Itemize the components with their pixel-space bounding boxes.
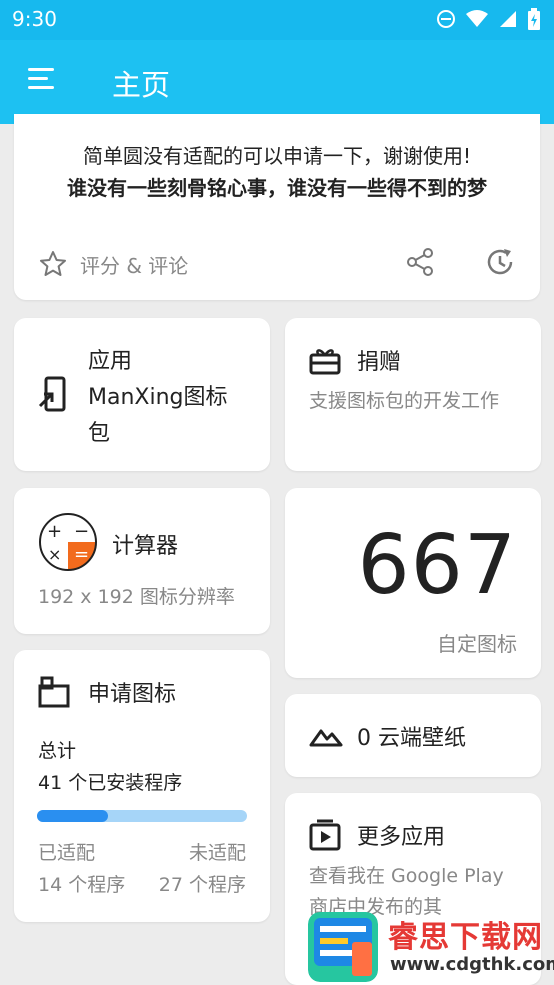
gift-icon <box>309 349 341 375</box>
intro-card: 简单圆没有适配的可以申请一下，谢谢使用! 谁没有一些刻骨铭心事，谁没有一些得不到… <box>14 114 540 300</box>
request-todo-value: 27 个程序 <box>158 874 246 896</box>
calculator-card[interactable]: + − × = 计算器 192 x 192 图标分辨率 <box>14 488 270 634</box>
donate-subtitle: 支援图标包的开发工作 <box>309 390 500 412</box>
request-done-label: 已适配 <box>38 842 96 864</box>
request-done-value: 14 个程序 <box>38 874 126 896</box>
icon-count-caption: 自定图标 <box>437 632 517 656</box>
wallpaper-card[interactable]: 0 云端壁纸 <box>285 694 541 777</box>
watermark-name: 睿思下载网 <box>388 920 543 955</box>
calculator-title: 计算器 <box>112 534 179 559</box>
watermark-url: www.cdgthk.com <box>390 954 554 975</box>
icon-count-card[interactable]: 667 自定图标 <box>285 488 541 678</box>
calculator-icon: + − × = <box>39 513 97 571</box>
intro-line-2: 谁没有一些刻骨铭心事，谁没有一些得不到的梦 <box>67 176 487 200</box>
wifi-icon <box>466 10 488 27</box>
svg-text:=: = <box>74 544 89 565</box>
request-title: 申请图标 <box>88 682 177 707</box>
battery-icon <box>528 8 540 30</box>
play-store-icon <box>309 819 341 851</box>
status-time: 9:30 <box>12 7 57 31</box>
watermark-logo <box>308 912 378 982</box>
request-progress-fill <box>37 810 109 822</box>
icon-count-number: 667 <box>357 518 517 613</box>
svg-text:×: × <box>48 545 61 564</box>
apply-icon-card[interactable]: 应用 ManXing图标 包 <box>14 318 270 471</box>
request-installed: 41 个已安装程序 <box>38 772 183 794</box>
dnd-icon <box>437 10 455 28</box>
star-icon <box>40 251 66 276</box>
rate-button[interactable]: 评分 & 评论 <box>38 249 188 279</box>
wallpaper-title: 0 云端壁纸 <box>357 726 466 751</box>
rate-label: 评分 & 评论 <box>80 253 189 278</box>
apply-title: 应用 ManXing图标 包 <box>88 349 228 446</box>
page-title: 主页 <box>112 68 171 102</box>
more-apps-title: 更多应用 <box>357 825 446 850</box>
svg-text:+: + <box>47 521 62 542</box>
status-bar: 9:30 <box>0 0 554 40</box>
request-icon-card[interactable]: 申请图标 总计 41 个已安装程序 已适配 未适配 14 个程序 27 个程序 <box>14 650 270 922</box>
donate-card[interactable]: 捐赠 支援图标包的开发工作 <box>285 318 541 471</box>
status-icons <box>436 8 540 30</box>
calculator-subtitle: 192 x 192 图标分辨率 <box>38 586 235 608</box>
donate-title: 捐赠 <box>357 350 402 375</box>
app-bar: 主页 <box>0 40 554 124</box>
svg-text:−: − <box>74 521 89 542</box>
request-icon <box>38 676 70 708</box>
watermark: 睿思下载网 www.cdgthk.com <box>300 908 554 985</box>
share-icon[interactable] <box>404 246 436 278</box>
menu-icon[interactable] <box>28 68 58 92</box>
intro-line-1: 简单圆没有适配的可以申请一下，谢谢使用! <box>82 144 472 168</box>
landscape-icon <box>309 729 343 747</box>
request-todo-label: 未适配 <box>188 842 246 864</box>
apply-icon <box>38 376 66 412</box>
update-icon[interactable] <box>484 246 516 278</box>
request-progress-bar <box>37 810 247 822</box>
signal-icon <box>500 11 516 27</box>
request-total-label: 总计 <box>38 740 77 762</box>
